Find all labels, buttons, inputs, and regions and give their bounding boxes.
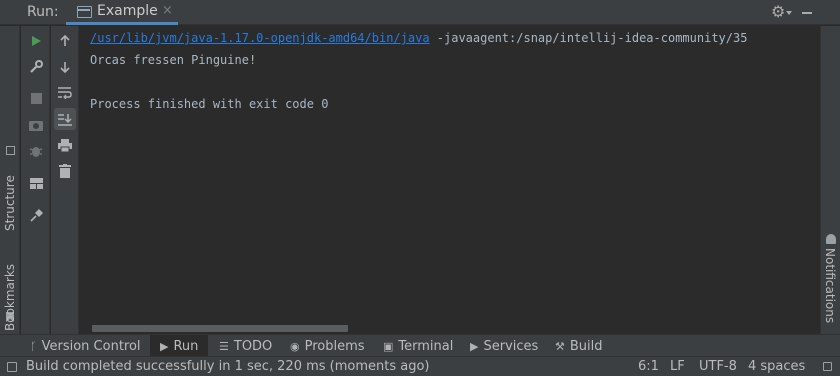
- pin-icon[interactable]: [25, 204, 47, 226]
- tab-problems[interactable]: ◉ Problems: [290, 335, 365, 357]
- tab-terminal[interactable]: ▣ Terminal: [383, 335, 453, 357]
- modify-config-icon[interactable]: [25, 56, 47, 78]
- command-line: /usr/lib/jvm/java-1.17.0-openjdk-amd64/b…: [90, 31, 747, 45]
- trash-icon[interactable]: [54, 160, 76, 182]
- tab-run[interactable]: ▶ Run: [150, 335, 209, 357]
- console-output[interactable]: /usr/lib/jvm/java-1.17.0-openjdk-amd64/b…: [80, 26, 819, 334]
- debug-icon[interactable]: [25, 140, 47, 162]
- screenshot-icon[interactable]: [25, 114, 47, 136]
- bell-icon: [826, 234, 836, 244]
- structure-tool-button[interactable]: Structure: [3, 175, 17, 231]
- right-tool-strip: Notifications: [820, 26, 840, 334]
- down-arrow-icon[interactable]: [54, 56, 76, 78]
- scroll-to-end-icon[interactable]: [54, 108, 76, 130]
- layout-icon[interactable]: [25, 172, 47, 194]
- bookmarks-tool-button[interactable]: Bookmarks: [3, 264, 17, 331]
- gear-icon[interactable]: ⚙: [771, 2, 785, 21]
- bottom-tool-tabs: ᚴ Version Control ▶ Run ☰ TODO ◉ Problems ▣ T…: [0, 334, 840, 357]
- tab-todo-label: TODO: [233, 338, 273, 354]
- horizontal-scroll-thumb[interactable]: [92, 325, 348, 332]
- list-icon: ☰: [219, 339, 229, 353]
- tab-terminal-label: Terminal: [398, 338, 454, 354]
- tab-todo[interactable]: ☰ TODO: [219, 335, 272, 357]
- tab-version-control[interactable]: ᚴ Version Control: [30, 335, 141, 357]
- tab-services[interactable]: ▶ Services: [470, 335, 538, 357]
- up-arrow-icon[interactable]: [54, 30, 76, 52]
- terminal-icon: ▣: [383, 339, 394, 353]
- close-icon[interactable]: ×: [162, 3, 173, 18]
- tab-run-label: Run: [173, 338, 199, 354]
- services-icon: ▶: [470, 339, 479, 353]
- structure-icon: [6, 146, 15, 155]
- notifications-tool-button[interactable]: Notifications: [823, 248, 837, 323]
- rerun-icon[interactable]: [25, 30, 47, 52]
- left-tool-strip: Structure Bookmarks: [0, 26, 20, 334]
- window-icon[interactable]: [7, 362, 17, 372]
- status-bar: Build completed successfully in 1 sec, 2…: [0, 356, 840, 376]
- branch-icon: ᚴ: [30, 339, 37, 353]
- stop-icon[interactable]: [25, 87, 47, 109]
- tab-services-label: Services: [483, 338, 539, 354]
- indent-setting[interactable]: 4 spaces: [748, 359, 805, 374]
- tab-problems-label: Problems: [304, 338, 365, 354]
- hammer-icon: ⚒: [555, 339, 565, 353]
- tab-build-label: Build: [569, 338, 603, 354]
- run-label: Run:: [27, 4, 59, 20]
- play-icon: ▶: [160, 339, 169, 353]
- line-separator[interactable]: LF: [670, 359, 685, 374]
- chevron-down-icon[interactable]: [786, 11, 792, 15]
- java-path-link[interactable]: /usr/lib/jvm/java-1.17.0-openjdk-amd64/b…: [90, 31, 430, 45]
- tab-example[interactable]: Example ×: [66, 0, 178, 25]
- console-icon: [77, 6, 92, 18]
- file-encoding[interactable]: UTF-8: [699, 359, 737, 374]
- run-toolbar-primary: [21, 26, 50, 334]
- tab-version-control-label: Version Control: [41, 338, 141, 354]
- exit-code-line: Process finished with exit code 0: [90, 97, 329, 111]
- command-args: -javaagent:/snap/intellij-idea-community…: [429, 31, 748, 45]
- run-tool-window-header: Run: Example × ⚙: [0, 0, 840, 25]
- soft-wrap-icon[interactable]: [54, 82, 76, 104]
- minimize-icon[interactable]: [802, 12, 812, 14]
- tab-build[interactable]: ⚒ Build: [555, 335, 603, 357]
- lock-icon[interactable]: [823, 362, 832, 371]
- status-message[interactable]: Build completed successfully in 1 sec, 2…: [26, 359, 430, 374]
- caret-position[interactable]: 6:1: [638, 359, 659, 374]
- tab-example-label: Example: [97, 3, 158, 19]
- problems-icon: ◉: [290, 339, 300, 353]
- run-toolbar-secondary: [51, 26, 79, 334]
- program-output-line: Orcas fressen Pinguine!: [90, 53, 257, 67]
- print-icon[interactable]: [54, 134, 76, 156]
